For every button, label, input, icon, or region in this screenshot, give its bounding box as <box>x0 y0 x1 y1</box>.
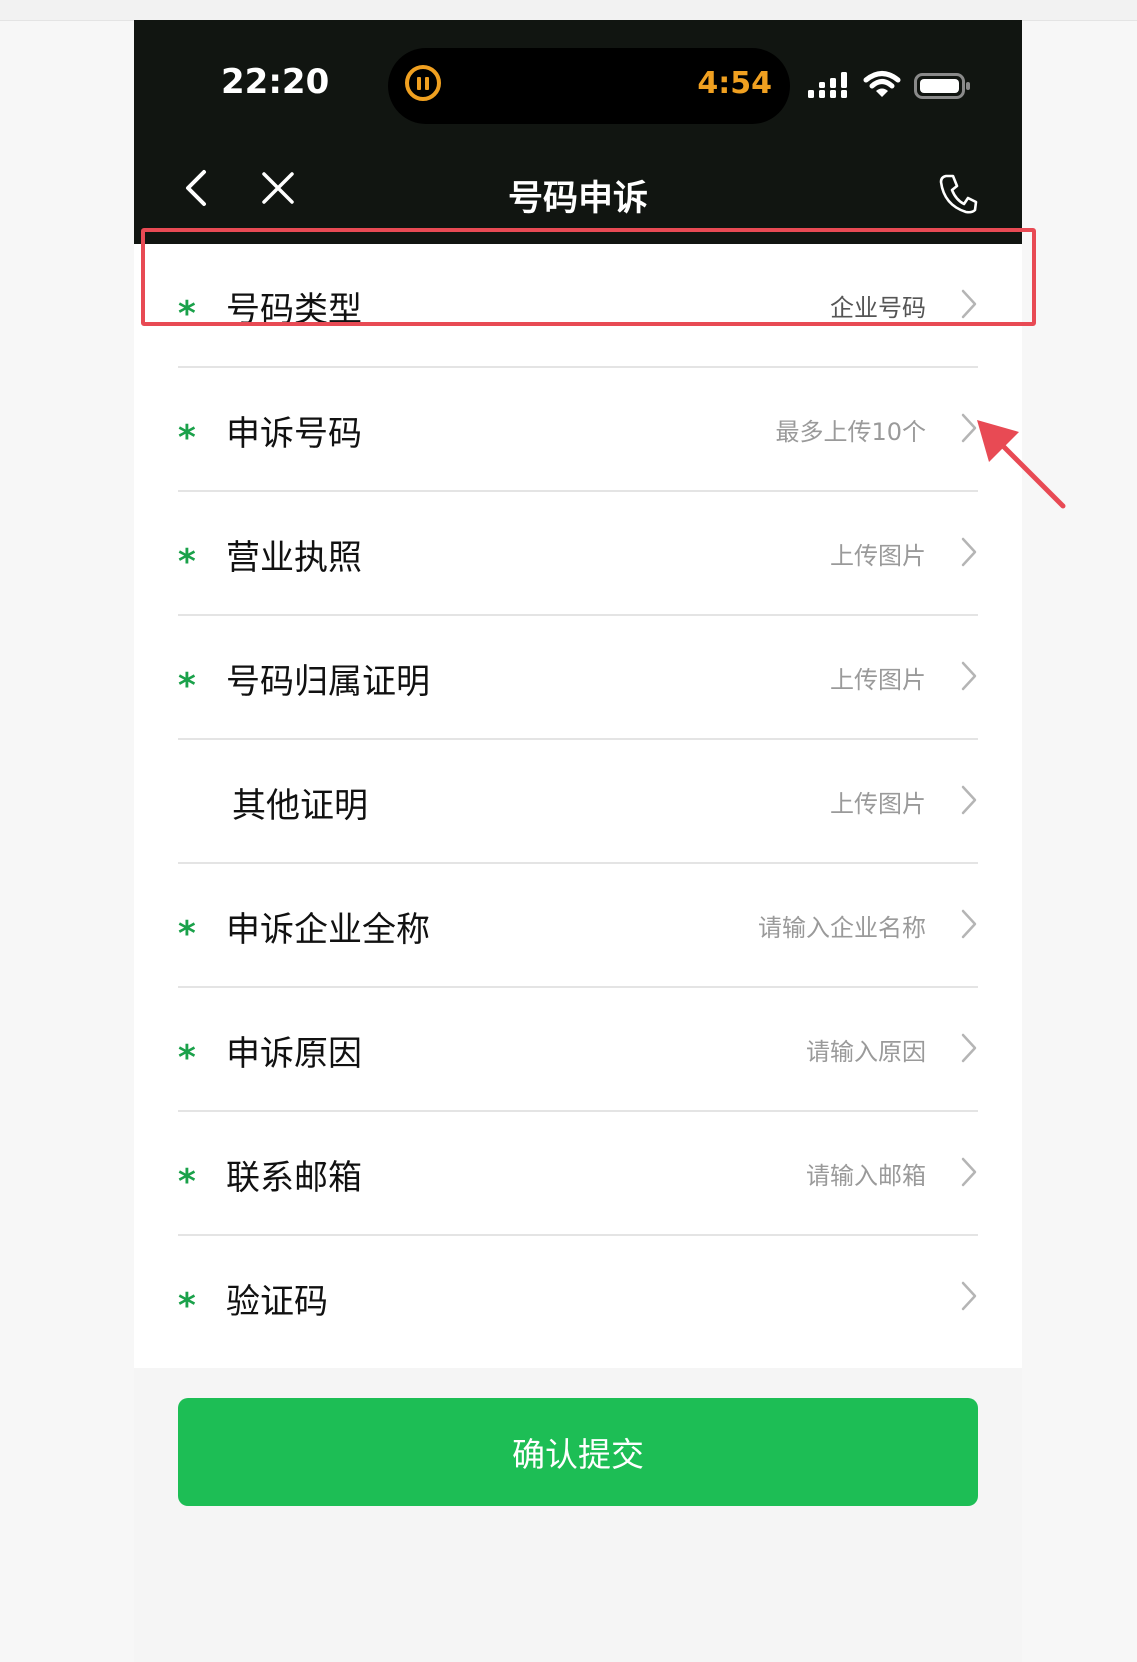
row-label: 申诉号码 <box>226 414 362 454</box>
required-mark: * <box>178 666 196 706</box>
chevron-right-icon <box>961 537 977 567</box>
required-mark: * <box>178 418 196 458</box>
page-title: 号码申诉 <box>507 179 648 219</box>
phone-icon[interactable] <box>938 172 978 214</box>
browser-top-strip <box>0 0 1137 21</box>
row-value: 请输入原因 <box>806 1038 926 1066</box>
row-value: 上传图片 <box>830 790 926 818</box>
row-business-license[interactable]: * 营业执照 上传图片 <box>178 492 978 616</box>
chevron-right-icon <box>961 1157 977 1187</box>
cellular-signal-icon <box>808 72 847 98</box>
status-time: 22:20 <box>221 62 330 102</box>
chevron-right-icon <box>961 661 977 691</box>
row-label: 号码归属证明 <box>226 662 430 702</box>
appeal-form-list: * 号码类型 企业号码 * 申诉号码 最多上传10个 * 营业执照 上传图片 *… <box>134 244 1022 1368</box>
row-label: 营业执照 <box>226 538 362 578</box>
required-mark: * <box>178 542 196 582</box>
row-value: 上传图片 <box>830 666 926 694</box>
battery-icon <box>914 73 970 99</box>
row-appeal-numbers[interactable]: * 申诉号码 最多上传10个 <box>178 368 978 492</box>
chevron-right-icon <box>961 1033 977 1063</box>
island-timer: 4:54 <box>697 66 772 101</box>
required-mark: * <box>178 1286 196 1326</box>
pause-icon <box>405 65 441 101</box>
row-value: 上传图片 <box>830 542 926 570</box>
chevron-right-icon <box>961 785 977 815</box>
row-company-name[interactable]: * 申诉企业全称 请输入企业名称 <box>178 864 978 988</box>
row-value: 请输入邮箱 <box>806 1162 926 1190</box>
status-bar: 22:20 4:54 <box>134 20 1022 142</box>
row-appeal-reason[interactable]: * 申诉原因 请输入原因 <box>178 988 978 1112</box>
required-mark: * <box>178 914 196 954</box>
arrow-annotation-icon <box>977 420 1066 509</box>
row-verification-code[interactable]: * 验证码 <box>178 1236 978 1360</box>
row-contact-email[interactable]: * 联系邮箱 请输入邮箱 <box>178 1112 978 1236</box>
wifi-icon <box>863 71 901 97</box>
dynamic-island[interactable]: 4:54 <box>388 48 790 124</box>
row-value: 请输入企业名称 <box>758 914 926 942</box>
required-mark: * <box>178 1162 196 1202</box>
chevron-right-icon <box>961 1281 977 1311</box>
row-label: 其他证明 <box>232 786 368 826</box>
highlight-box-annotation <box>141 228 1036 326</box>
row-other-proof[interactable]: 其他证明 上传图片 <box>178 740 978 864</box>
row-ownership-proof[interactable]: * 号码归属证明 上传图片 <box>178 616 978 740</box>
row-label: 申诉原因 <box>226 1034 362 1074</box>
row-label: 验证码 <box>226 1282 328 1322</box>
row-value: 最多上传10个 <box>775 418 926 446</box>
chevron-right-icon <box>961 909 977 939</box>
required-mark: * <box>178 1038 196 1078</box>
row-label: 联系邮箱 <box>226 1158 362 1198</box>
row-label: 申诉企业全称 <box>226 910 430 950</box>
submit-button[interactable]: 确认提交 <box>178 1398 978 1506</box>
